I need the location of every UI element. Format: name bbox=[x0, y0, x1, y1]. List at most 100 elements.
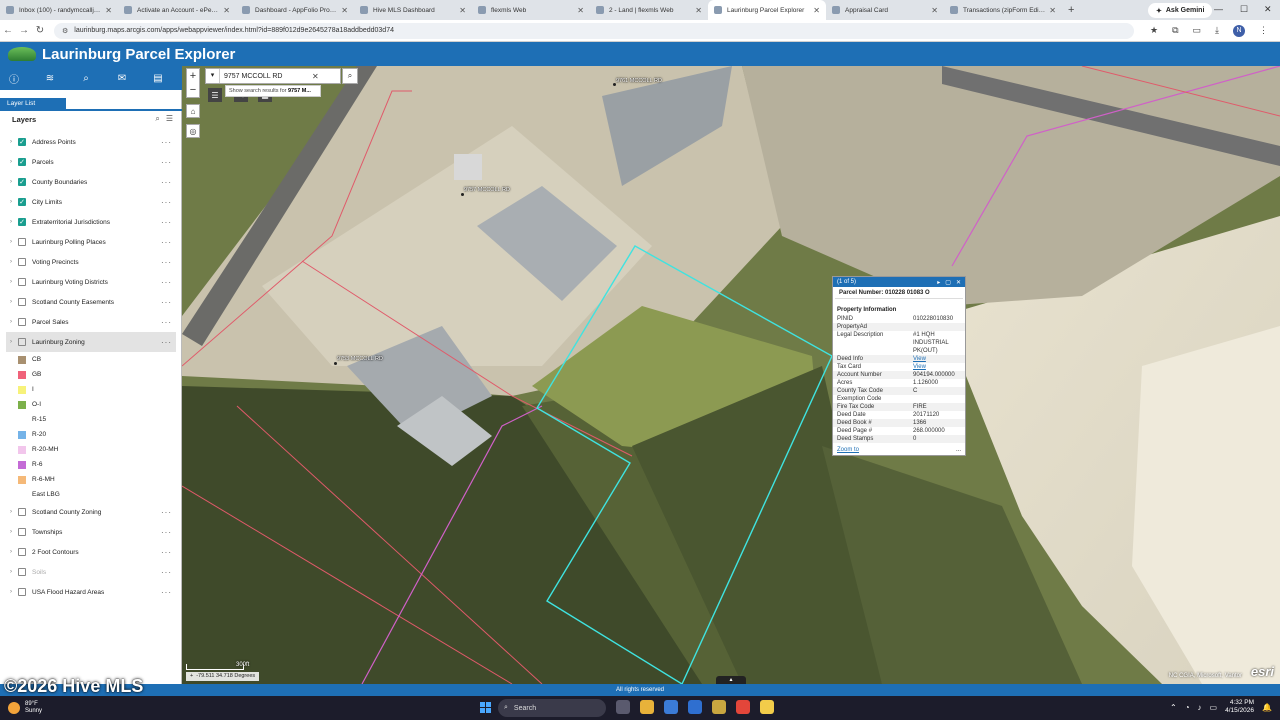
battery-icon[interactable]: ▭ bbox=[1210, 703, 1218, 712]
layer-options-icon[interactable]: ··· bbox=[161, 298, 172, 307]
layer-checkbox[interactable] bbox=[18, 508, 26, 516]
layer-options-icon[interactable]: ··· bbox=[161, 238, 172, 247]
browser-tab[interactable]: 2 - Land | flexmls Web ✕ bbox=[590, 0, 708, 20]
layer-checkbox[interactable] bbox=[18, 588, 26, 596]
layer-row[interactable]: › Voting Precincts ··· bbox=[6, 252, 176, 272]
task-view-icon[interactable] bbox=[616, 700, 630, 714]
forward-icon[interactable]: → bbox=[16, 25, 32, 36]
locate-button[interactable]: ◎ bbox=[186, 124, 200, 138]
notes-icon[interactable] bbox=[760, 700, 774, 714]
browser-tab[interactable]: Hive MLS Dashboard ✕ bbox=[354, 0, 472, 20]
tab-close-icon[interactable]: ✕ bbox=[459, 6, 466, 15]
expand-caret-icon[interactable]: › bbox=[10, 239, 16, 245]
maximize-popup-icon[interactable]: ▢ bbox=[945, 279, 951, 286]
layer-checkbox[interactable] bbox=[18, 338, 26, 346]
layer-options-icon[interactable]: ··· bbox=[161, 138, 172, 147]
taskbar-search[interactable]: ⌕ Search bbox=[498, 699, 606, 717]
layer-options-icon[interactable]: ··· bbox=[161, 528, 172, 537]
volume-icon[interactable]: ♪ bbox=[1198, 703, 1202, 712]
expand-caret-icon[interactable]: › bbox=[10, 319, 16, 325]
minimize-icon[interactable]: — bbox=[1214, 4, 1223, 14]
zoom-out-button[interactable]: − bbox=[187, 83, 199, 97]
layer-row[interactable]: › Laurinburg Voting Districts ··· bbox=[6, 272, 176, 292]
browser-tab[interactable]: Activate an Account - ePermits ✕ bbox=[118, 0, 236, 20]
layer-search-icon[interactable]: ⌕ bbox=[155, 114, 159, 124]
expand-caret-icon[interactable]: › bbox=[10, 509, 16, 515]
expand-caret-icon[interactable]: › bbox=[10, 299, 16, 305]
browser-tab[interactable]: Appraisal Card ✕ bbox=[826, 0, 944, 20]
extensions-icon[interactable]: ⧉ bbox=[1172, 25, 1178, 36]
layer-row[interactable]: › 2 Foot Contours ··· bbox=[6, 542, 176, 562]
search-submit-button[interactable]: ⌕ bbox=[342, 68, 358, 84]
attribute-value[interactable]: View bbox=[913, 355, 961, 363]
maximize-icon[interactable]: ☐ bbox=[1240, 4, 1248, 15]
map-view[interactable]: + − ⌂ ◎ ☰ ✎ ▦ ▾ ✕ ⌕ Show search results … bbox=[182, 66, 1280, 684]
layer-checkbox[interactable] bbox=[18, 238, 26, 246]
tab-close-icon[interactable]: ✕ bbox=[813, 6, 820, 15]
address-point[interactable] bbox=[461, 193, 464, 196]
file-explorer-icon[interactable] bbox=[640, 700, 654, 714]
clear-search-icon[interactable]: ✕ bbox=[312, 72, 319, 81]
expand-caret-icon[interactable]: › bbox=[10, 219, 16, 225]
layer-checkbox[interactable] bbox=[18, 278, 26, 286]
home-button[interactable]: ⌂ bbox=[186, 104, 200, 118]
layer-options-icon[interactable]: ··· bbox=[161, 548, 172, 557]
about-icon[interactable]: ⓘ bbox=[8, 71, 20, 86]
site-info-icon[interactable]: ⚙ bbox=[62, 27, 68, 35]
layer-checkbox[interactable] bbox=[18, 318, 26, 326]
reload-icon[interactable]: ↻ bbox=[32, 25, 48, 36]
app-icon[interactable] bbox=[712, 700, 726, 714]
layer-row[interactable]: › Parcel Sales ··· bbox=[6, 312, 176, 332]
layer-options-icon[interactable]: ··· bbox=[161, 258, 172, 267]
tab-close-icon[interactable]: ✕ bbox=[223, 6, 230, 15]
new-tab-button[interactable]: + bbox=[1068, 4, 1074, 16]
layer-checkbox[interactable]: ✓ bbox=[18, 218, 26, 226]
tab-close-icon[interactable]: ✕ bbox=[695, 6, 702, 15]
layer-options-icon[interactable]: ··· bbox=[161, 198, 172, 207]
layer-row[interactable]: › Laurinburg Polling Places ··· bbox=[6, 232, 176, 252]
layer-row[interactable]: › ✓ Parcels ··· bbox=[6, 152, 176, 172]
expand-caret-icon[interactable]: › bbox=[10, 529, 16, 535]
layer-checkbox[interactable]: ✓ bbox=[18, 158, 26, 166]
download-icon[interactable]: ⤓ bbox=[1215, 25, 1219, 36]
address-point[interactable] bbox=[334, 362, 337, 365]
layer-row[interactable]: › ✓ Address Points ··· bbox=[6, 132, 176, 152]
profile-avatar[interactable]: N bbox=[1233, 24, 1246, 37]
popup-more-icon[interactable]: ... bbox=[956, 447, 961, 453]
wifi-icon[interactable]: ◔ bbox=[1185, 703, 1190, 712]
next-feature-icon[interactable]: ▸ bbox=[937, 279, 940, 286]
expand-caret-icon[interactable]: › bbox=[10, 139, 16, 145]
back-icon[interactable]: ← bbox=[0, 25, 16, 36]
layer-row[interactable]: › USA Flood Hazard Areas ··· bbox=[6, 582, 176, 602]
browser-tab[interactable]: Dashboard - AppFolio Property ✕ bbox=[236, 0, 354, 20]
browser-tab[interactable]: Laurinburg Parcel Explorer ✕ bbox=[708, 0, 826, 20]
tab-close-icon[interactable]: ✕ bbox=[577, 6, 584, 15]
notifications-icon[interactable]: 🔔 bbox=[1262, 703, 1272, 712]
search-input[interactable] bbox=[220, 72, 310, 80]
browser-tab[interactable]: flexmls Web ✕ bbox=[472, 0, 590, 20]
print-icon[interactable]: ▤ bbox=[152, 73, 164, 84]
ask-gemini-button[interactable]: ✦ Ask Gemini bbox=[1148, 3, 1213, 18]
layer-options-icon[interactable]: ··· bbox=[161, 508, 172, 517]
zoom-in-button[interactable]: + bbox=[187, 69, 199, 83]
sidebar-icon[interactable]: ▭ bbox=[1193, 25, 1202, 36]
expand-caret-icon[interactable]: › bbox=[10, 549, 16, 555]
expand-caret-icon[interactable]: › bbox=[10, 179, 16, 185]
edge-icon[interactable] bbox=[664, 700, 678, 714]
layer-options-icon[interactable]: ··· bbox=[161, 178, 172, 187]
mail-icon[interactable]: ✉ bbox=[116, 73, 128, 84]
layers-icon[interactable]: ≋ bbox=[44, 73, 56, 84]
expand-caret-icon[interactable]: › bbox=[10, 339, 16, 345]
url-field[interactable]: ⚙ laurinburg.maps.arcgis.com/apps/webapp… bbox=[54, 22, 1134, 39]
browser-tab[interactable]: Transactions (zipForm Edition) ✕ bbox=[944, 0, 1062, 20]
close-window-icon[interactable]: ✕ bbox=[1264, 4, 1272, 15]
close-popup-icon[interactable]: ✕ bbox=[956, 279, 961, 286]
collapse-panel-icon[interactable]: « bbox=[166, 674, 170, 681]
layer-options-icon[interactable]: ··· bbox=[161, 318, 172, 327]
zoom-to-link[interactable]: Zoom to bbox=[837, 447, 956, 453]
browser-tab[interactable]: Inbox (100) - randymccalljr@gm ✕ bbox=[0, 0, 118, 20]
layer-options-icon[interactable]: ··· bbox=[161, 158, 172, 167]
weather-widget[interactable]: 89°F Sunny bbox=[8, 701, 42, 715]
browser-menu-icon[interactable]: ⋮ bbox=[1259, 25, 1268, 36]
layer-options-icon[interactable]: ··· bbox=[161, 588, 172, 597]
